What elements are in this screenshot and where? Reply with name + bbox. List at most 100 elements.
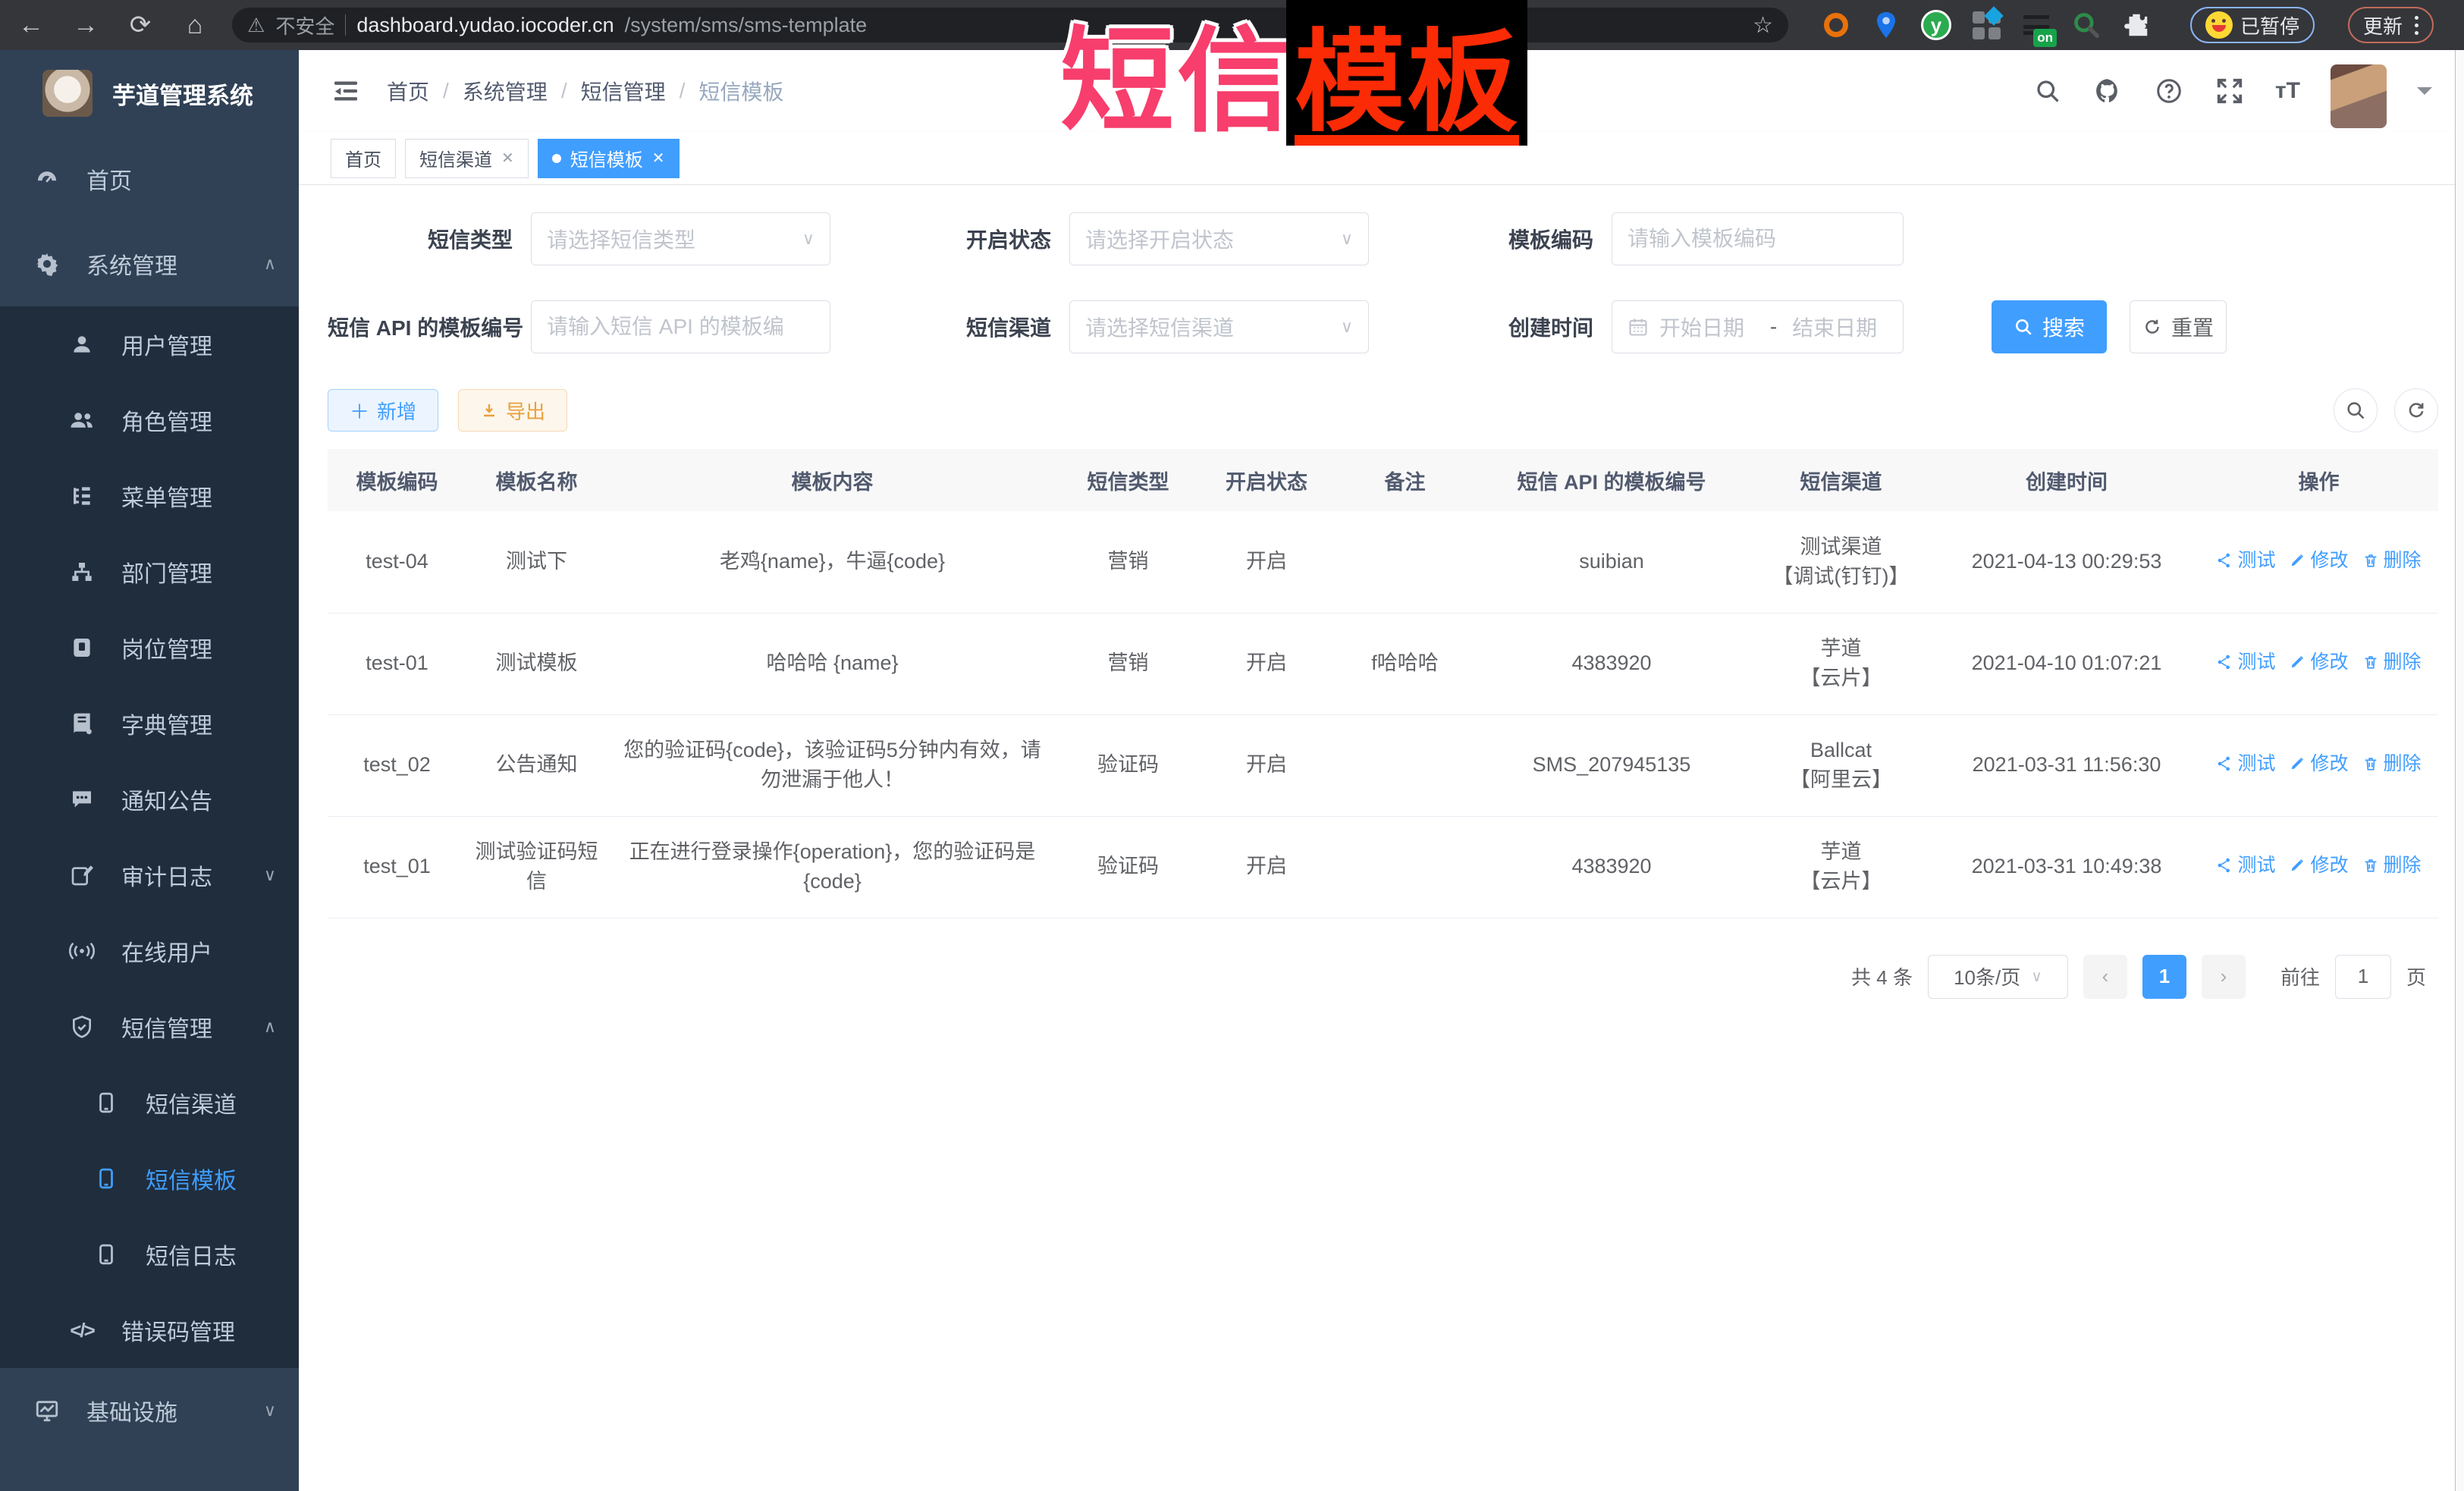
refresh-table-button[interactable]	[2394, 388, 2438, 432]
sidebar-item-sms-template[interactable]: 短信模板	[0, 1141, 299, 1216]
sidebar-item-label: 字典管理	[121, 707, 276, 740]
sidebar-item-departments[interactable]: 部门管理	[0, 534, 299, 610]
font-size-icon[interactable]: тT	[2275, 78, 2300, 104]
test-action-link[interactable]: 测试	[2216, 648, 2275, 676]
tab-sms-channel[interactable]: 短信渠道 ✕	[405, 139, 529, 178]
help-icon[interactable]	[2154, 76, 2184, 106]
sidebar-item-label: 角色管理	[121, 403, 276, 437]
chevron-up-icon: ∧	[264, 254, 276, 274]
app-logo	[42, 70, 93, 117]
bookmark-star-icon[interactable]: ☆	[1753, 12, 1773, 39]
sidebar-item-online-users[interactable]: 在线用户	[0, 913, 299, 989]
breadcrumb-system[interactable]: 系统管理	[463, 76, 548, 106]
avatar-dropdown-caret[interactable]	[2417, 87, 2432, 102]
browser-menu-icon[interactable]	[2415, 16, 2418, 35]
show-search-toggle-button[interactable]	[2334, 388, 2378, 432]
date-range-picker[interactable]: 开始日期 - 结束日期	[1612, 300, 1904, 353]
sidebar-item-label: 错误码管理	[121, 1314, 276, 1347]
browser-update-button[interactable]: 更新	[2348, 7, 2434, 43]
test-action-link[interactable]: 测试	[2216, 547, 2275, 574]
test-action-link[interactable]: 测试	[2216, 852, 2275, 879]
sidebar-item-menus[interactable]: 菜单管理	[0, 458, 299, 534]
tab-home[interactable]: 首页	[331, 139, 396, 178]
extensions-puzzle-icon[interactable]	[2120, 9, 2152, 41]
address-bar[interactable]: ⚠ 不安全 dashboard.yudao.iocoder.cn/system/…	[232, 8, 1788, 42]
tabs-on-extension-icon[interactable]: on	[2020, 9, 2052, 41]
download-icon	[480, 401, 498, 419]
next-page-button[interactable]: ›	[2202, 955, 2246, 999]
delete-action-link[interactable]: 删除	[2362, 547, 2422, 574]
sidebar-item-announcements[interactable]: 通知公告	[0, 761, 299, 837]
sidebar-item-label: 短信日志	[146, 1238, 276, 1271]
sidebar-item-audit-log[interactable]: 审计日志 ∨	[0, 837, 299, 913]
browser-reload-button[interactable]: ⟳	[123, 8, 158, 42]
sidebar-item-users[interactable]: 用户管理	[0, 306, 299, 382]
test-action-link[interactable]: 测试	[2216, 750, 2275, 777]
sidebar-item-posts[interactable]: 岗位管理	[0, 610, 299, 686]
message-bubble-icon	[68, 786, 96, 813]
prev-page-button[interactable]: ‹	[2083, 955, 2127, 999]
template-code-input[interactable]	[1627, 227, 1888, 251]
update-label: 更新	[2363, 11, 2403, 39]
search-button[interactable]: 搜索	[1992, 300, 2107, 353]
add-button[interactable]: ＋ 新增	[328, 389, 438, 432]
table-row: test-04 测试下 老鸡{name}，牛逼{code} 营销 开启 suib…	[328, 511, 2438, 613]
sidebar-item-roles[interactable]: 角色管理	[0, 382, 299, 458]
goto-page-input[interactable]	[2335, 955, 2391, 999]
close-icon[interactable]: ✕	[652, 149, 665, 168]
start-date-placeholder: 开始日期	[1659, 312, 1755, 342]
page-scrollbar[interactable]	[2455, 50, 2464, 1491]
status-select[interactable]: 请选择开启状态 ∨	[1069, 212, 1369, 265]
sidebar-item-infrastructure[interactable]: 基础设施 ∨	[0, 1368, 299, 1453]
orange-ring-extension-icon[interactable]	[1820, 9, 1852, 41]
sidebar-item-label: 短信渠道	[146, 1086, 276, 1119]
blue-pin-extension-icon[interactable]	[1870, 9, 1902, 41]
close-icon[interactable]: ✕	[501, 149, 514, 168]
grid-extension-icon[interactable]	[1970, 9, 2002, 41]
breadcrumb-sms[interactable]: 短信管理	[581, 76, 666, 106]
users-icon	[68, 406, 96, 434]
header-search-icon[interactable]	[2032, 76, 2063, 106]
create-time-label: 创建时间	[1414, 312, 1612, 342]
url-path: /system/sms/sms-template	[625, 14, 868, 37]
chevron-down-icon: ∨	[264, 1401, 276, 1420]
sidebar-item-dictionary[interactable]: 字典管理	[0, 686, 299, 761]
edit-action-link[interactable]: 修改	[2289, 648, 2348, 676]
phone-icon	[93, 1165, 120, 1192]
sidebar-item-sms-channel[interactable]: 短信渠道	[0, 1065, 299, 1141]
page-size-select[interactable]: 10条/页 ∨	[1928, 955, 2068, 999]
green-magnifier-extension-icon[interactable]	[2070, 9, 2102, 41]
sidebar-collapse-button[interactable]	[331, 76, 361, 106]
sidebar-item-label: 短信管理	[121, 1010, 238, 1044]
channel-select[interactable]: 请选择短信渠道 ∨	[1069, 300, 1369, 353]
fullscreen-icon[interactable]	[2214, 76, 2245, 106]
api-template-id-input[interactable]	[547, 315, 815, 339]
tab-sms-template[interactable]: 短信模板 ✕	[538, 139, 680, 178]
edit-action-link[interactable]: 修改	[2289, 852, 2348, 879]
delete-action-link[interactable]: 删除	[2362, 750, 2422, 777]
sidebar-item-error-codes[interactable]: </> 错误码管理	[0, 1292, 299, 1368]
sidebar-item-sms[interactable]: 短信管理 ∧	[0, 989, 299, 1065]
browser-profile-chip[interactable]: 已暂停	[2190, 7, 2315, 43]
edit-action-link[interactable]: 修改	[2289, 750, 2348, 777]
chevron-down-icon: ∨	[264, 865, 276, 885]
breadcrumb-home[interactable]: 首页	[387, 76, 429, 106]
dashboard-icon	[33, 165, 61, 193]
delete-action-link[interactable]: 删除	[2362, 648, 2422, 676]
browser-back-button[interactable]: ←	[14, 8, 49, 42]
edit-action-link[interactable]: 修改	[2289, 547, 2348, 574]
sidebar-item-sms-log[interactable]: 短信日志	[0, 1216, 299, 1292]
user-avatar[interactable]	[2331, 64, 2387, 128]
page-number-1[interactable]: 1	[2142, 955, 2186, 999]
sidebar-item-home[interactable]: 首页	[0, 137, 299, 221]
reset-button[interactable]: 重置	[2130, 300, 2227, 353]
col-api-template-id: 短信 API 的模板编号	[1475, 449, 1748, 511]
delete-action-link[interactable]: 删除	[2362, 852, 2422, 879]
sidebar-item-system[interactable]: 系统管理 ∧	[0, 221, 299, 306]
github-icon[interactable]	[2093, 76, 2123, 106]
green-y-extension-icon[interactable]: y	[1920, 9, 1952, 41]
sms-type-select[interactable]: 请选择短信类型 ∨	[531, 212, 830, 265]
browser-home-button[interactable]: ⌂	[177, 8, 212, 42]
export-button[interactable]: 导出	[458, 389, 567, 432]
browser-forward-button[interactable]: →	[68, 8, 103, 42]
